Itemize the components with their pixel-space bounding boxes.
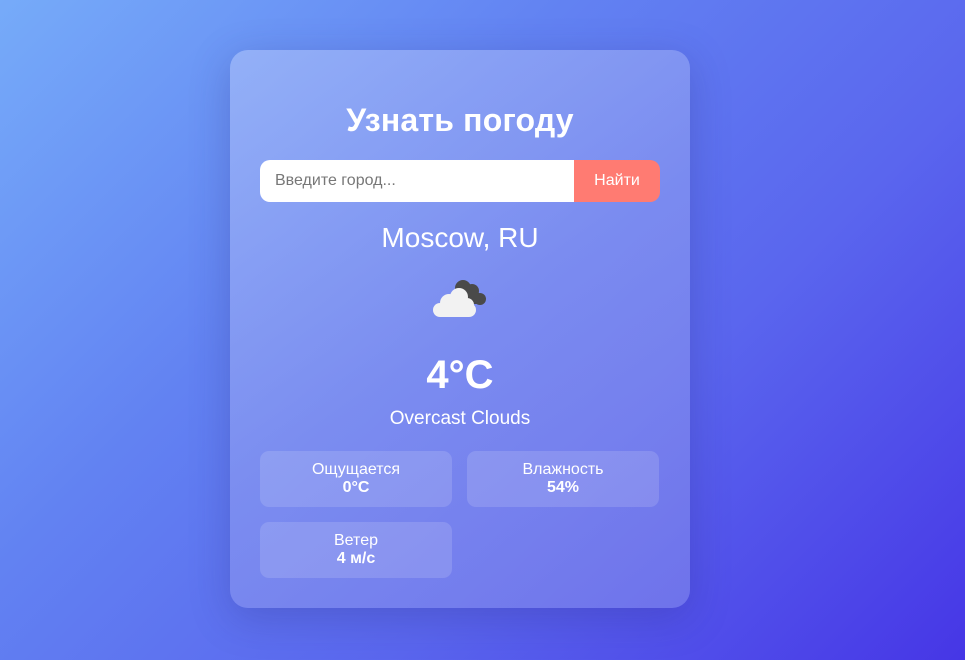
detail-humidity: Влажность 54% xyxy=(467,451,659,507)
detail-feels-like: Ощущается 0°C xyxy=(260,451,452,507)
detail-wind: Ветер 4 м/с xyxy=(260,522,452,578)
search-button[interactable]: Найти xyxy=(574,160,660,202)
detail-label: Ощущается xyxy=(311,461,401,478)
weather-card: Узнать погоду Найти Moscow, RU 4°C Overc… xyxy=(230,50,690,608)
detail-label: Ветер xyxy=(334,532,378,549)
search-bar: Найти xyxy=(260,160,660,202)
page-title: Узнать погоду xyxy=(346,102,574,138)
weather-description: Overcast Clouds xyxy=(389,408,531,429)
temperature: 4°C xyxy=(426,353,494,397)
detail-value: 54% xyxy=(546,479,580,496)
overcast-clouds-icon xyxy=(425,275,495,325)
city-name: Moscow, RU xyxy=(381,222,539,253)
detail-value: 4 м/с xyxy=(336,550,376,567)
detail-value: 0°C xyxy=(342,479,370,496)
city-search-input[interactable] xyxy=(260,160,574,202)
detail-label: Влажность xyxy=(522,461,604,478)
